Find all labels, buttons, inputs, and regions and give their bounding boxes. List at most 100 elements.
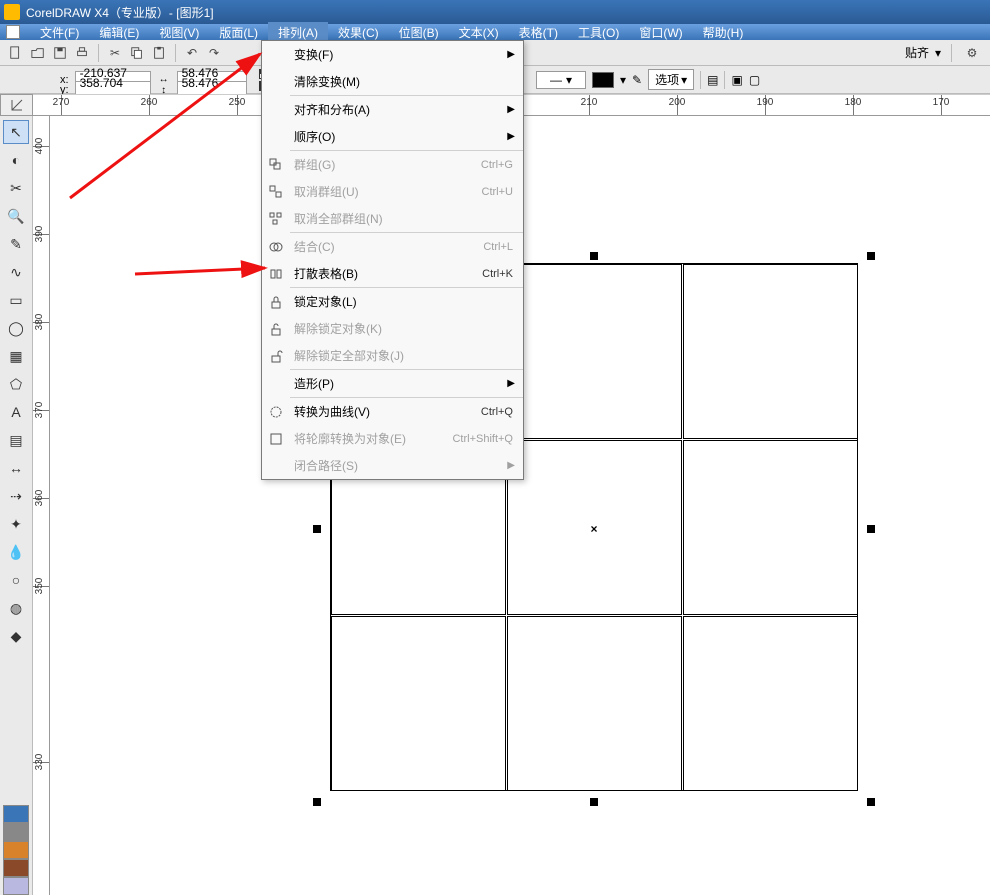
tool-table[interactable]: ▤ — [3, 428, 29, 452]
fill-dropdown-arrow[interactable]: ▾ — [620, 73, 626, 87]
ruler-label: 250 — [229, 97, 246, 108]
tool-graph[interactable]: ▦ — [3, 344, 29, 368]
cell[interactable] — [683, 264, 858, 439]
cell[interactable] — [683, 616, 858, 791]
ruler-label: 360 — [34, 490, 45, 507]
menu-item-label: 闭合路径(S) — [290, 457, 523, 474]
selection-handle-se[interactable] — [867, 798, 875, 806]
tool-ellipse[interactable]: ◯ — [3, 316, 29, 340]
menu-item-label: 结合(C) — [290, 238, 483, 255]
menu-item-label: 转换为曲线(V) — [290, 403, 481, 420]
snap-dropdown-arrow[interactable]: ▾ — [935, 46, 941, 60]
menu-item-label: 群组(G) — [290, 156, 481, 173]
cell[interactable] — [331, 616, 506, 791]
tool-effects[interactable]: ✦ — [3, 512, 29, 536]
tool-dims[interactable]: ↔ — [3, 456, 29, 480]
ruler-label: 270 — [53, 97, 70, 108]
ungroup-icon — [262, 185, 290, 199]
pen-icon[interactable]: ✎ — [632, 73, 642, 87]
open-button[interactable] — [28, 43, 48, 63]
new-doc-button[interactable] — [6, 43, 26, 63]
extra-button[interactable]: ▢ — [749, 73, 760, 87]
copy-button[interactable] — [127, 43, 147, 63]
submenu-arrow-icon: ▶ — [507, 378, 515, 389]
menu-item[interactable]: 造形(P)▶ — [262, 370, 523, 397]
wrap-button[interactable]: ▣ — [731, 73, 742, 87]
undo-button[interactable]: ↶ — [182, 43, 202, 63]
selection-handle-n[interactable] — [590, 252, 598, 260]
tool-text[interactable]: A — [3, 400, 29, 424]
options-button[interactable]: 选项▾ — [648, 69, 694, 90]
ruler-label: 380 — [34, 314, 45, 331]
snap-label: 贴齐 — [905, 44, 929, 61]
options-icon[interactable]: ⚙ — [962, 43, 982, 63]
menu-item-shortcut: Ctrl+Shift+Q — [452, 433, 523, 445]
cell[interactable] — [507, 264, 682, 439]
menu-item-label: 取消全部群组(N) — [290, 210, 523, 227]
redo-button[interactable]: ↷ — [204, 43, 224, 63]
menu-item[interactable]: 对齐和分布(A)▶ — [262, 96, 523, 123]
menu-item-1[interactable]: 编辑(E) — [89, 22, 149, 43]
to-front-button[interactable]: ▤ — [707, 73, 718, 87]
outline-width-select[interactable]: —▾ — [536, 71, 586, 89]
palette-swatch[interactable] — [3, 877, 29, 895]
tool-freehand[interactable]: ✎ — [3, 232, 29, 256]
ruler-label: 330 — [34, 754, 45, 771]
tool-eyedrop[interactable]: 💧 — [3, 540, 29, 564]
tool-fill[interactable]: ◍ — [3, 596, 29, 620]
ruler-vertical[interactable]: 400390380370360350330 — [33, 116, 50, 895]
tool-connector[interactable]: ⇢ — [3, 484, 29, 508]
tool-pick[interactable]: ↖ — [3, 120, 29, 144]
fill-color-swatch[interactable] — [592, 72, 614, 88]
selection-handle-ne[interactable] — [867, 252, 875, 260]
unlock-icon — [262, 322, 290, 336]
menu-item: 将轮廓转换为对象(E)Ctrl+Shift+Q — [262, 425, 523, 452]
menu-item-11[interactable]: 帮助(H) — [693, 22, 754, 43]
menu-item-label: 取消群组(U) — [290, 183, 482, 200]
selection-handle-w[interactable] — [313, 525, 321, 533]
ruler-origin[interactable] — [0, 94, 33, 116]
cut-button[interactable]: ✂ — [105, 43, 125, 63]
save-button[interactable] — [50, 43, 70, 63]
menu-item[interactable]: 变换(F)▶ — [262, 41, 523, 68]
tool-shape[interactable]: ◐ — [3, 148, 29, 172]
paste-button[interactable] — [149, 43, 169, 63]
menu-item[interactable]: 顺序(O)▶ — [262, 123, 523, 150]
selection-handle-e[interactable] — [867, 525, 875, 533]
menu-item-10[interactable]: 窗口(W) — [629, 22, 692, 43]
tool-ifill[interactable]: ◆ — [3, 624, 29, 648]
tool-polygon[interactable]: ⬠ — [3, 372, 29, 396]
tool-crop[interactable]: ✂ — [3, 176, 29, 200]
menu-item: 取消全部群组(N) — [262, 205, 523, 232]
tool-zoom[interactable]: 🔍 — [3, 204, 29, 228]
tool-outline[interactable]: ○ — [3, 568, 29, 592]
submenu-arrow-icon: ▶ — [507, 131, 515, 142]
palette-swatch[interactable] — [3, 805, 29, 823]
menu-item: 解除锁定对象(K) — [262, 315, 523, 342]
ruler-label: 260 — [141, 97, 158, 108]
ungroup-all-icon — [262, 212, 290, 226]
palette-swatch[interactable] — [3, 859, 29, 877]
tool-smart[interactable]: ∿ — [3, 260, 29, 284]
menu-item[interactable]: 锁定对象(L) — [262, 288, 523, 315]
control-box-icon[interactable] — [6, 25, 20, 39]
menu-item[interactable]: 打散表格(B)Ctrl+K — [262, 260, 523, 287]
selection-handle-sw[interactable] — [313, 798, 321, 806]
lock-icon — [262, 295, 290, 309]
cell[interactable] — [507, 616, 682, 791]
menu-item-shortcut: Ctrl+K — [482, 268, 523, 280]
menu-item-3[interactable]: 版面(L) — [209, 22, 268, 43]
print-button[interactable] — [72, 43, 92, 63]
cell[interactable] — [683, 440, 858, 615]
tool-rect[interactable]: ▭ — [3, 288, 29, 312]
menu-item[interactable]: 清除变换(M) — [262, 68, 523, 95]
selection-handle-s[interactable] — [590, 798, 598, 806]
palette-swatch[interactable] — [3, 841, 29, 859]
separator — [951, 44, 952, 62]
menu-item-0[interactable]: 文件(F) — [30, 22, 89, 43]
palette-swatch[interactable] — [3, 823, 29, 841]
menu-item-9[interactable]: 工具(O) — [568, 22, 629, 43]
menu-item-2[interactable]: 视图(V) — [149, 22, 209, 43]
menu-item[interactable]: 转换为曲线(V)Ctrl+Q — [262, 398, 523, 425]
menu-item: 闭合路径(S)▶ — [262, 452, 523, 479]
